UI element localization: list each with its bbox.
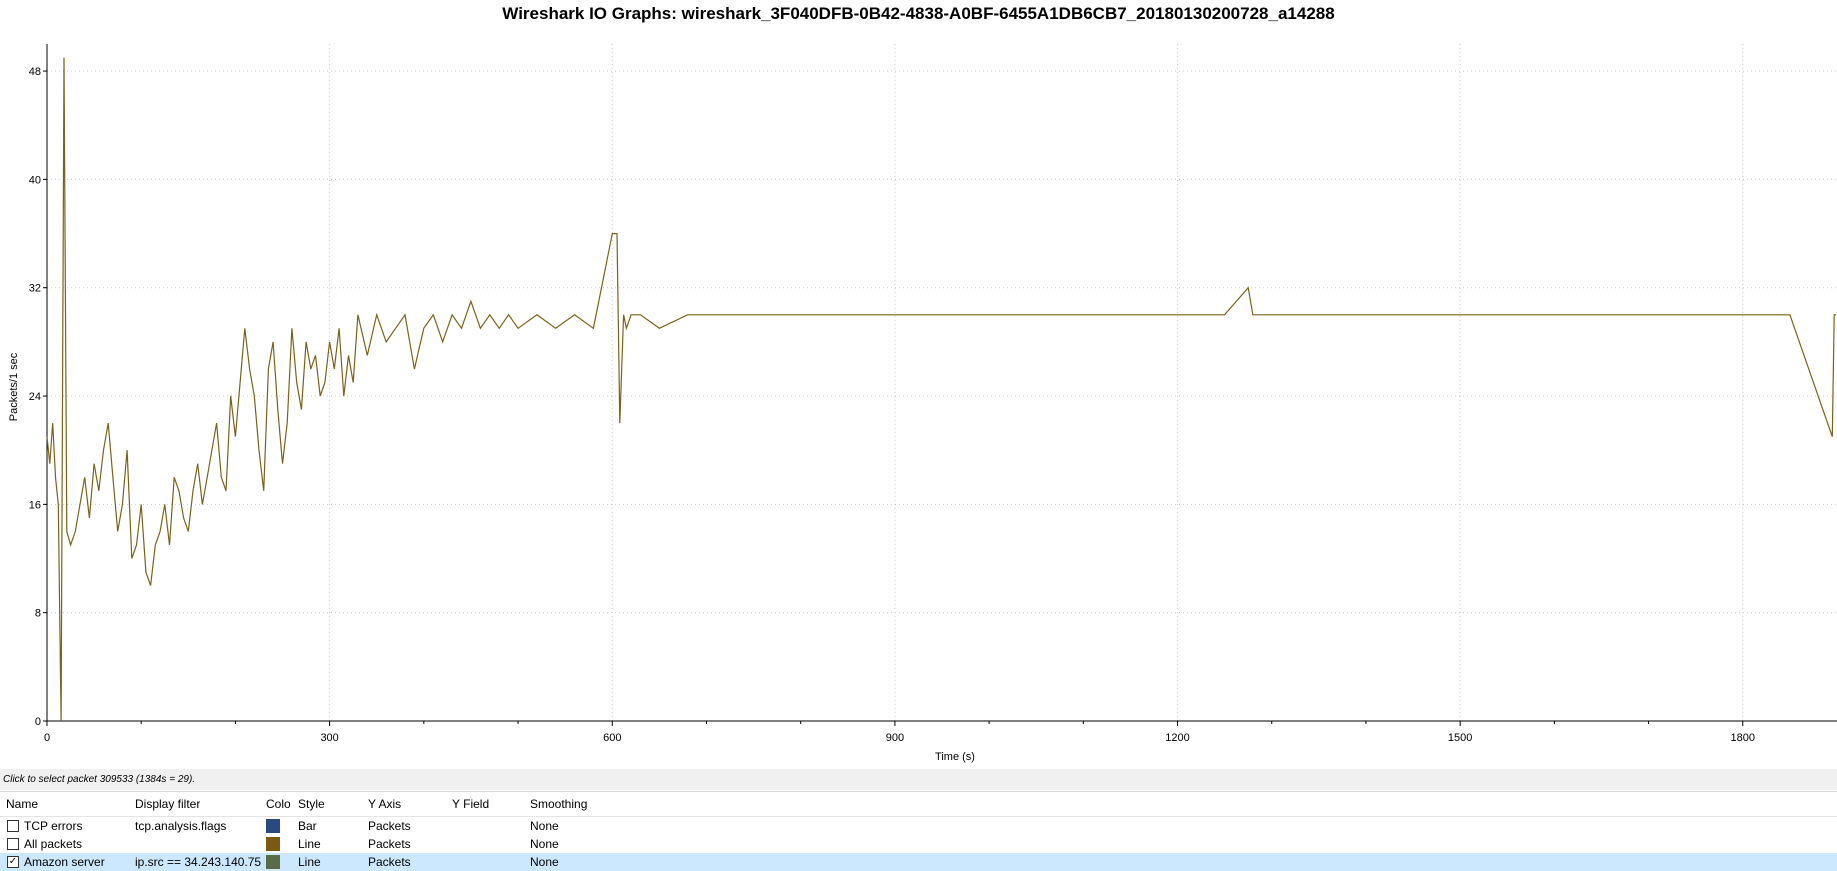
y-axis-label: Packets/1 sec	[8, 352, 20, 421]
plot-axes	[46, 44, 1837, 722]
graph-name[interactable]: TCP errors	[24, 819, 82, 833]
graph-filter[interactable]: ip.src == 34.243.140.75	[135, 855, 261, 869]
color-swatch[interactable]	[266, 819, 280, 833]
graph-smoothing[interactable]: None	[530, 819, 559, 833]
x-tick-label: 900	[886, 732, 904, 744]
color-swatch[interactable]	[266, 837, 280, 851]
series-layer	[46, 57, 1837, 722]
header-smoothing[interactable]: Smoothing	[530, 797, 587, 811]
y-tick-label: 0	[35, 716, 41, 728]
graph-row-all-packets[interactable]: All packets Line Packets None	[0, 835, 1837, 853]
graph-table: Name Display filter Color Style Y Axis Y…	[0, 791, 1837, 871]
y-tick-label: 24	[29, 391, 41, 403]
enable-checkbox[interactable]: ✓	[7, 856, 19, 868]
graph-smoothing[interactable]: None	[530, 837, 559, 851]
x-tick-label: 1200	[1165, 732, 1189, 744]
y-tick-label: 48	[29, 66, 41, 78]
graph-y-axis[interactable]: Packets	[368, 855, 411, 869]
x-tick-label: 1500	[1448, 732, 1472, 744]
x-tick-label: 1800	[1731, 732, 1755, 744]
x-axis-label: Time (s)	[935, 751, 975, 763]
header-style[interactable]: Style	[298, 797, 325, 811]
graph-name[interactable]: All packets	[24, 837, 82, 851]
graph-filter[interactable]: tcp.analysis.flags	[135, 819, 226, 833]
graph-row-tcp-errors[interactable]: TCP errors tcp.analysis.flags Bar Packet…	[0, 817, 1837, 835]
status-bar: Click to select packet 309533 (1384s = 2…	[0, 769, 1837, 790]
header-name[interactable]: Name	[6, 797, 38, 811]
graph-row-amazon-server[interactable]: ✓ Amazon server ip.src == 34.243.140.75 …	[0, 853, 1837, 871]
graph-style[interactable]: Bar	[298, 819, 317, 833]
io-graph-plot[interactable]: 0 8 16 24 32 40 48 0 300 600 900 1200 1500 1800 Pack…	[0, 0, 1837, 769]
enable-checkbox[interactable]	[7, 820, 19, 832]
x-axis-ticks: 0 300 600 900 1200 1500 1800	[44, 721, 1755, 744]
graph-name[interactable]: Amazon server	[24, 855, 105, 869]
y-tick-label: 40	[29, 174, 41, 186]
y-tick-label: 16	[29, 499, 41, 511]
header-color[interactable]: Color	[266, 797, 290, 811]
series-line[interactable]	[46, 57, 1837, 722]
x-tick-label: 0	[44, 732, 50, 744]
y-tick-label: 32	[29, 283, 41, 295]
graph-smoothing[interactable]: None	[530, 855, 559, 869]
graph-y-axis[interactable]: Packets	[368, 837, 411, 851]
color-swatch[interactable]	[266, 855, 280, 869]
y-axis-ticks: 0 8 16 24 32 40 48	[29, 66, 47, 728]
graph-style[interactable]: Line	[298, 837, 321, 851]
plot-grid	[47, 44, 1837, 721]
x-tick-label: 300	[320, 732, 338, 744]
graph-y-axis[interactable]: Packets	[368, 819, 411, 833]
enable-checkbox[interactable]	[7, 838, 19, 850]
header-display-filter[interactable]: Display filter	[135, 797, 200, 811]
graph-style[interactable]: Line	[298, 855, 321, 869]
header-y-field[interactable]: Y Field	[452, 797, 489, 811]
header-y-axis[interactable]: Y Axis	[368, 797, 401, 811]
graph-table-header: Name Display filter Color Style Y Axis Y…	[0, 792, 1837, 817]
y-tick-label: 8	[35, 608, 41, 620]
x-tick-label: 600	[603, 732, 621, 744]
